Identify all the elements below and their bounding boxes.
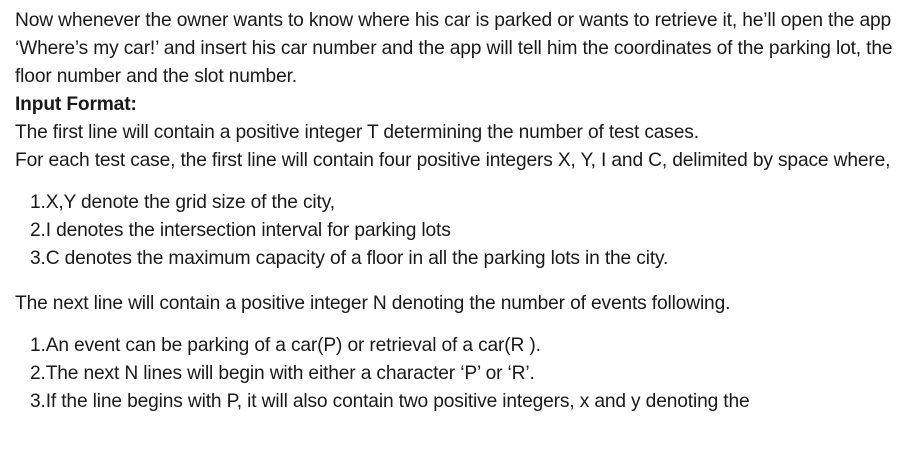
intro-paragraph: Now whenever the owner wants to know whe… xyxy=(15,10,893,87)
list-item: 2.The next N lines will begin with eithe… xyxy=(30,363,535,384)
test-case-description: For each test case, the first line will … xyxy=(15,150,891,171)
events-list: 1.An event can be parking of a car(P) or… xyxy=(15,332,910,416)
list-item: 3.C denotes the maximum capacity of a fl… xyxy=(30,248,669,269)
parameters-list: 1.X,Y denote the grid size of the city, … xyxy=(15,189,910,273)
first-line-description: The first line will contain a positive i… xyxy=(15,122,699,143)
problem-statement: Now whenever the owner wants to know whe… xyxy=(15,7,910,416)
list-item: 2.I denotes the intersection interval fo… xyxy=(30,220,451,241)
next-line-description: The next line will contain a positive in… xyxy=(15,293,731,314)
list-item: 1.X,Y denote the grid size of the city, xyxy=(30,192,335,213)
list-item: 3.If the line begins with P, it will als… xyxy=(30,391,750,412)
list-item: 1.An event can be parking of a car(P) or… xyxy=(30,335,541,356)
input-format-heading: Input Format: xyxy=(15,94,137,115)
